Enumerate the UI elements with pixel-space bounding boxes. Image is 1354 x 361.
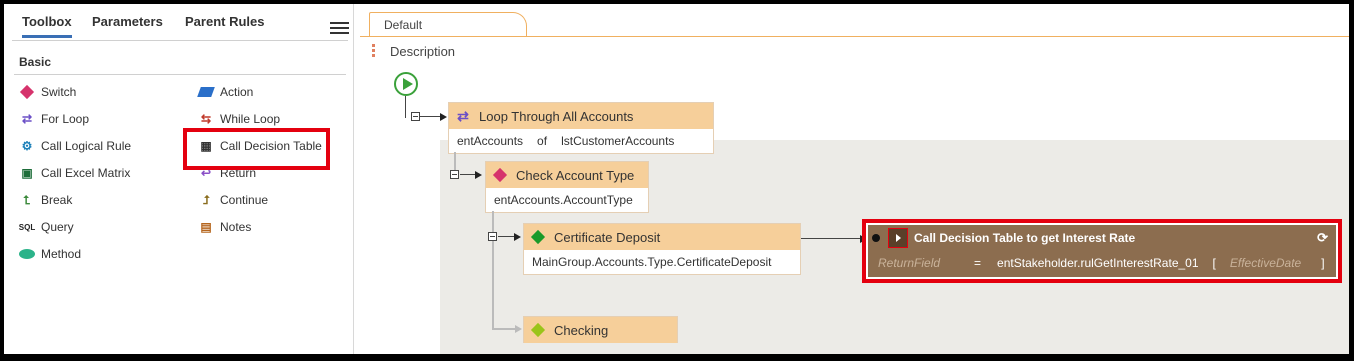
connector [460,174,476,175]
switch-node[interactable]: Check Account Type entAccounts.AccountTy… [485,161,649,213]
tool-label: For Loop [41,112,90,126]
close-bracket: ] [1321,256,1325,270]
connector [492,211,494,329]
connector [801,238,861,239]
tool-label: Call Excel Matrix [41,166,131,180]
arrow-head [514,233,521,241]
collapse-toggle[interactable] [411,112,420,121]
tool-label: Action [220,85,254,99]
pink-diamond-icon [18,84,36,100]
loop-var[interactable]: entAccounts [457,134,523,148]
loop-arrows-icon: ⇄ [21,112,33,126]
connector [420,116,440,117]
tool-action[interactable]: Action [197,85,253,99]
drag-handle-icon[interactable] [372,44,375,59]
case-title: Checking [554,322,609,338]
tab-default[interactable]: Default [369,12,527,37]
target-method[interactable]: entStakeholder.rulGetInterestRate_01 [997,256,1198,270]
tool-switch[interactable]: Switch [18,84,77,100]
expand-play-icon[interactable] [888,228,908,248]
while-loop-icon: ⇆ [200,112,212,126]
highlight-box [183,128,330,170]
action-node[interactable]: Call Decision Table to get Interest Rate… [868,225,1336,277]
arrow-head [515,325,522,333]
tool-call-logical-rule[interactable]: ⚙ Call Logical Rule [18,139,131,153]
section-divider [14,74,346,75]
arrow-head [475,171,482,179]
toolbox-panel: Toolbox Parameters Parent Rules Basic Sw… [4,4,354,354]
tab-toolbox[interactable]: Toolbox [22,14,72,38]
tool-label: Notes [220,220,252,234]
tool-continue[interactable]: ⮥ Continue [197,192,269,208]
description-label[interactable]: Description [390,44,455,59]
connector [405,96,406,118]
tool-label: Break [41,193,73,207]
blue-parallelogram-icon [197,85,215,99]
tool-for-loop[interactable]: ⇄ For Loop [18,112,89,126]
green-diamond-icon [530,229,546,245]
tab-underline [360,36,1349,37]
refresh-icon[interactable]: ⟳ [1317,230,1328,246]
tool-notes[interactable]: ▤ Notes [197,220,251,234]
loop-of: of [537,134,548,148]
param-effective-date[interactable]: EffectiveDate [1230,256,1301,270]
tool-call-excel-matrix[interactable]: ▣ Call Excel Matrix [18,166,130,180]
return-field-input[interactable]: ReturnField [878,256,940,270]
break-icon: ⮤ [23,192,31,207]
tab-parent-rules[interactable]: Parent Rules [185,14,264,29]
rule-editor: Default Description ⇄ Loop Through All A… [360,4,1349,354]
app-window: Toolbox Parameters Parent Rules Basic Sw… [4,4,1349,354]
switch-expression[interactable]: entAccounts.AccountType [494,193,633,207]
switch-node-title: Check Account Type [516,167,635,183]
tool-label: Call Logical Rule [41,139,132,153]
case-certificate-deposit[interactable]: Certificate Deposit MainGroup.Accounts.T… [523,223,801,275]
pink-diamond-icon [492,167,508,183]
tab-parameters[interactable]: Parameters [92,14,163,29]
logical-rule-icon: ⚙ [21,139,33,153]
tool-break[interactable]: ⮤ Break [18,192,73,208]
tool-query[interactable]: SQL Query [18,220,74,234]
sql-query-icon: SQL [18,222,36,232]
continue-icon: ⮥ [202,192,210,207]
loop-node[interactable]: ⇄ Loop Through All Accounts entAccounts … [448,102,714,154]
loop-arrows-icon: ⇄ [457,107,469,124]
tool-label: While Loop [220,112,281,126]
case-title: Certificate Deposit [554,229,661,245]
loop-node-title: Loop Through All Accounts [479,108,634,124]
connector [492,328,516,330]
tool-label: Continue [220,193,269,207]
notes-icon: ▤ [200,220,212,234]
highlight-box: Call Decision Table to get Interest Rate… [862,219,1342,283]
lime-diamond-icon [530,322,546,338]
decision-table-icon [872,234,880,242]
case-checking[interactable]: Checking [523,316,678,343]
green-ellipse-icon [18,247,36,261]
start-play-icon[interactable] [394,72,418,96]
equals-sign: = [974,256,982,270]
hamburger-menu-icon[interactable] [330,22,349,37]
tool-label: Switch [41,85,77,99]
collapse-toggle[interactable] [450,170,459,179]
collapse-toggle[interactable] [488,232,497,241]
tool-while-loop[interactable]: ⇆ While Loop [197,112,280,126]
tab-divider [12,40,348,41]
section-basic-title: Basic [19,55,52,69]
tool-label: Query [41,220,74,234]
tool-label: Method [41,247,82,261]
tool-method[interactable]: Method [18,247,81,261]
action-title: Call Decision Table to get Interest Rate [914,231,1136,245]
connector [498,236,514,237]
case-expression[interactable]: MainGroup.Accounts.Type.CertificateDepos… [532,255,771,269]
arrow-head [440,113,447,121]
loop-collection[interactable]: lstCustomerAccounts [561,134,674,148]
excel-matrix-icon: ▣ [21,166,33,180]
open-bracket: [ [1212,256,1216,270]
